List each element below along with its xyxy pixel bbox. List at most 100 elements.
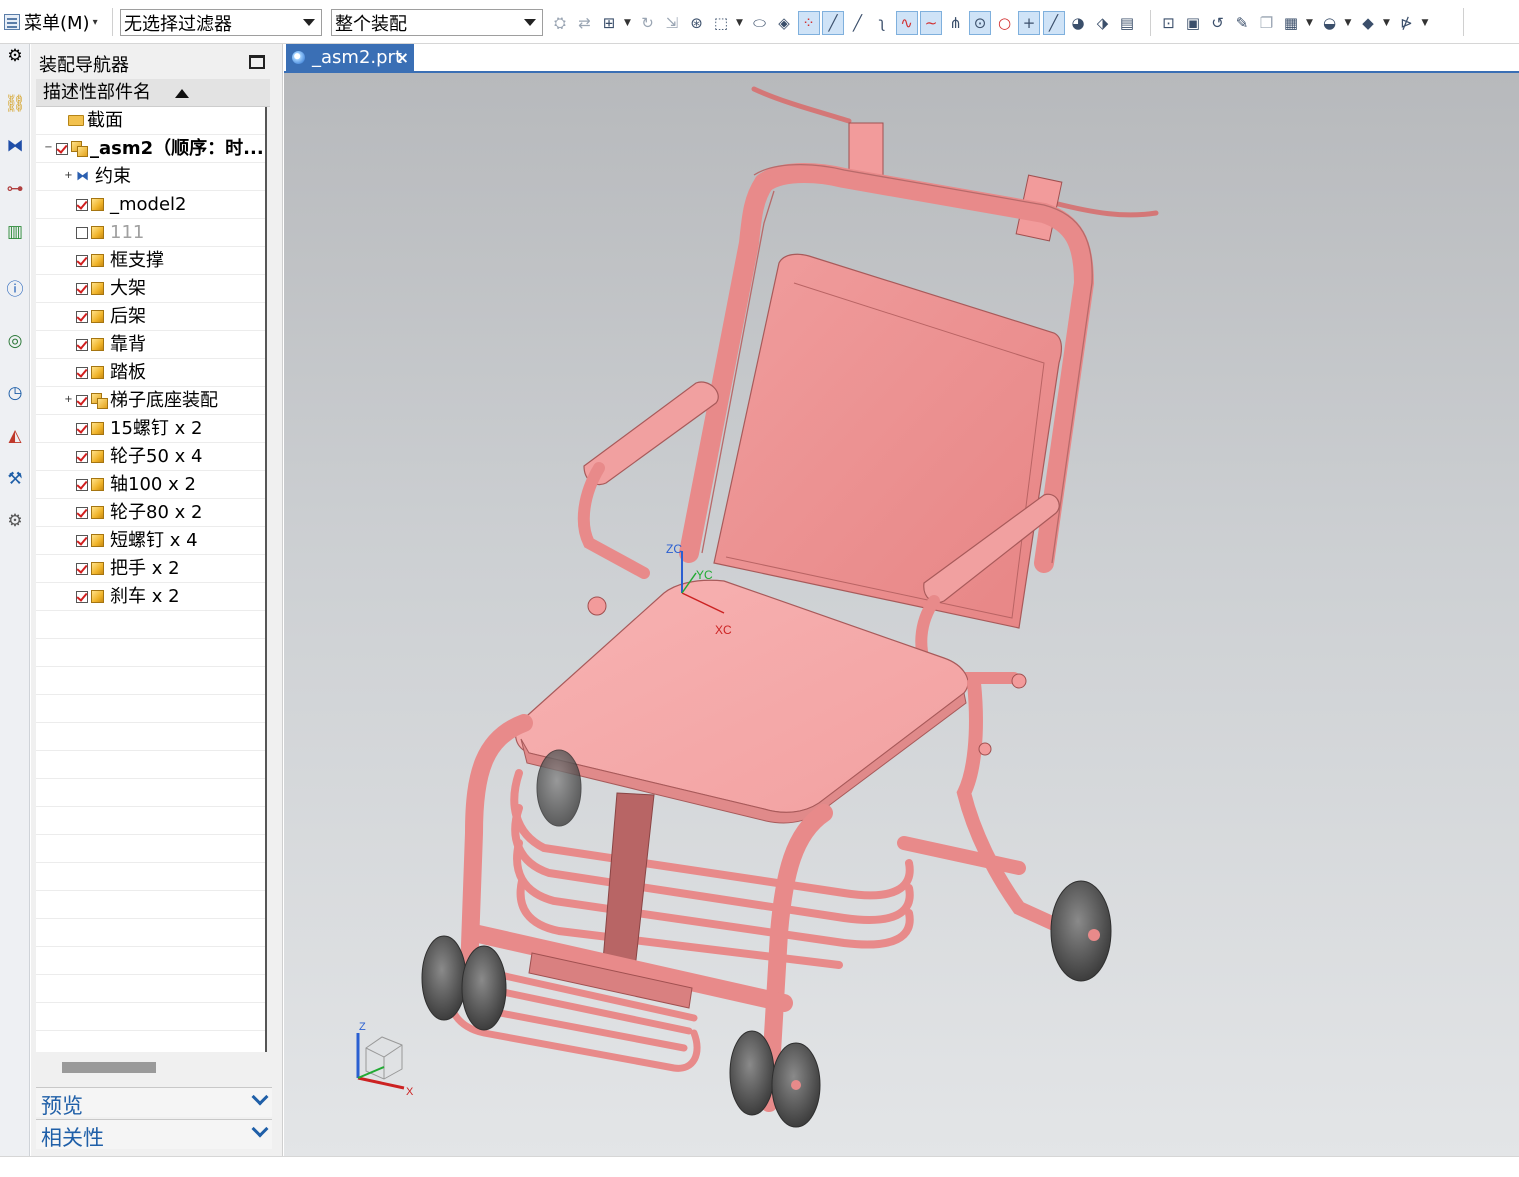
tree-row[interactable]: + ⧓ 约束: [36, 163, 265, 191]
library-icon[interactable]: ▥: [3, 220, 27, 244]
wave-icon[interactable]: ∼: [920, 11, 942, 35]
assembly-navigator-icon[interactable]: ⛓: [3, 92, 27, 116]
tree-row[interactable]: 轴100 x 2: [36, 471, 265, 499]
chevron-down-icon[interactable]: ▼: [1306, 12, 1314, 34]
visibility-checkbox[interactable]: [56, 143, 68, 155]
analysis-icon[interactable]: ⋫: [1397, 12, 1417, 34]
tree-row[interactable]: _model2: [36, 191, 265, 219]
selection-scope-dropdown[interactable]: 整个装配: [331, 9, 543, 36]
horizontal-scrollbar[interactable]: [36, 1055, 270, 1081]
tree-row[interactable]: 框支撑: [36, 247, 265, 275]
wheel-rear-right[interactable]: [1050, 880, 1112, 982]
robot-icon[interactable]: ⚙: [3, 509, 27, 533]
selection-filter-dropdown[interactable]: 无选择过滤器: [120, 9, 322, 36]
tree-row[interactable]: − _asm2（顺序：时...: [36, 135, 265, 163]
seat[interactable]: [515, 579, 969, 824]
chevron-down-icon[interactable]: ▼: [1421, 12, 1429, 34]
visibility-checkbox[interactable]: [76, 255, 88, 267]
arc-icon[interactable]: ∿: [895, 11, 918, 35]
tree-row[interactable]: 截面: [36, 107, 265, 135]
select-icon[interactable]: ⛭: [550, 12, 570, 34]
tree-row[interactable]: 短螺钉 x 4: [36, 527, 265, 555]
camera-icon[interactable]: ▣: [1183, 12, 1203, 34]
expand-icon[interactable]: +: [64, 171, 73, 181]
solid-icon[interactable]: ⬭: [750, 12, 770, 34]
tree-row[interactable]: 后架: [36, 303, 265, 331]
brake-knob-left[interactable]: [587, 596, 607, 616]
visibility-checkbox[interactable]: [76, 507, 88, 519]
chevron-down-icon[interactable]: ▼: [1344, 12, 1352, 34]
diagonal-icon[interactable]: ╱: [1042, 11, 1065, 35]
spline-icon[interactable]: ʅ: [872, 12, 892, 34]
tree-row[interactable]: 踏板: [36, 359, 265, 387]
visibility-checkbox[interactable]: [76, 591, 88, 603]
cube-icon[interactable]: ◈: [774, 12, 794, 34]
box-select-icon[interactable]: ⬚: [711, 12, 731, 34]
chevron-down-icon[interactable]: ▼: [736, 12, 744, 34]
visibility-checkbox[interactable]: [76, 423, 88, 435]
visibility-checkbox[interactable]: [76, 339, 88, 351]
refresh-icon[interactable]: ↺: [1208, 12, 1228, 34]
layer-icon[interactable]: ▤: [1117, 12, 1137, 34]
curve-icon[interactable]: ╱: [848, 12, 868, 34]
palette-icon[interactable]: ◭: [3, 424, 27, 448]
brake-knob-right[interactable]: [1011, 673, 1027, 689]
close-icon[interactable]: ×: [396, 44, 409, 72]
web-icon[interactable]: ◎: [3, 329, 27, 353]
view-icon[interactable]: ⊛: [687, 12, 707, 34]
tree-row[interactable]: 靠背: [36, 331, 265, 359]
dependency-section[interactable]: 相关性: [36, 1119, 272, 1150]
part-navigator-icon[interactable]: ⊶: [3, 177, 27, 201]
snap-icon[interactable]: ⇄: [575, 12, 595, 34]
tree-row[interactable]: 刹车 x 2: [36, 583, 265, 611]
frame-knob[interactable]: [978, 742, 992, 756]
view-triad[interactable]: Z X: [356, 1021, 414, 1098]
tree-row[interactable]: 把手 x 2: [36, 555, 265, 583]
wheel-rear-left[interactable]: [536, 749, 582, 827]
line-icon[interactable]: ╱: [822, 11, 844, 35]
column-header-part-name[interactable]: 描述性部件名: [36, 79, 270, 107]
circle-outline-icon[interactable]: ○: [995, 12, 1015, 34]
visibility-checkbox[interactable]: [76, 311, 88, 323]
view-fit-icon[interactable]: ⊡: [1159, 12, 1179, 34]
visibility-checkbox[interactable]: [76, 535, 88, 547]
constraint-icon[interactable]: ⧓: [3, 134, 27, 158]
handle-right[interactable]: [1051, 200, 1159, 218]
expand-icon[interactable]: +: [64, 395, 73, 405]
visibility-checkbox[interactable]: [76, 367, 88, 379]
surface-icon[interactable]: ◕: [1068, 12, 1088, 34]
filter-icon[interactable]: ⊞: [599, 12, 619, 34]
visibility-checkbox[interactable]: [76, 227, 88, 239]
handle-left[interactable]: [751, 86, 852, 124]
collapse-icon[interactable]: −: [44, 143, 53, 153]
visibility-checkbox[interactable]: [76, 479, 88, 491]
render-icon[interactable]: ◆: [1358, 12, 1378, 34]
tree-row[interactable]: 15螺钉 x 2: [36, 415, 265, 443]
scrollbar-thumb[interactable]: [62, 1062, 156, 1073]
tangent-icon[interactable]: ⋔: [946, 12, 966, 34]
tree-row[interactable]: 轮子80 x 2: [36, 499, 265, 527]
visibility-checkbox[interactable]: [76, 563, 88, 575]
sheet-icon[interactable]: ⬗: [1093, 12, 1113, 34]
visibility-checkbox[interactable]: [76, 451, 88, 463]
paint-icon[interactable]: ✎: [1232, 12, 1252, 34]
shade-icon[interactable]: ◒: [1320, 12, 1340, 34]
tree-row[interactable]: + 梯子底座装配: [36, 387, 265, 415]
point-icon[interactable]: ⁘: [797, 11, 820, 35]
plus-icon[interactable]: +: [1018, 11, 1040, 35]
copy-icon[interactable]: ❐: [1257, 12, 1277, 34]
preview-section[interactable]: 预览: [36, 1087, 272, 1118]
maximize-icon[interactable]: [249, 55, 265, 69]
tree-row[interactable]: 111: [36, 219, 265, 247]
info-icon[interactable]: ⓘ: [3, 275, 27, 300]
circle-icon[interactable]: ⊙: [969, 11, 991, 35]
tree-row[interactable]: 大架: [36, 275, 265, 303]
backrest[interactable]: [713, 253, 1062, 629]
settings-icon[interactable]: ⚙: [3, 44, 27, 68]
tree-row[interactable]: 轮子50 x 4: [36, 443, 265, 471]
process-icon[interactable]: ⚒: [3, 467, 27, 491]
menu-button[interactable]: 菜单(M) ▾: [4, 8, 98, 36]
chevron-down-icon[interactable]: ▼: [1383, 12, 1391, 34]
tab-asm2[interactable]: _asm2.prt ×: [286, 44, 414, 72]
history-icon[interactable]: ◷: [3, 381, 27, 405]
